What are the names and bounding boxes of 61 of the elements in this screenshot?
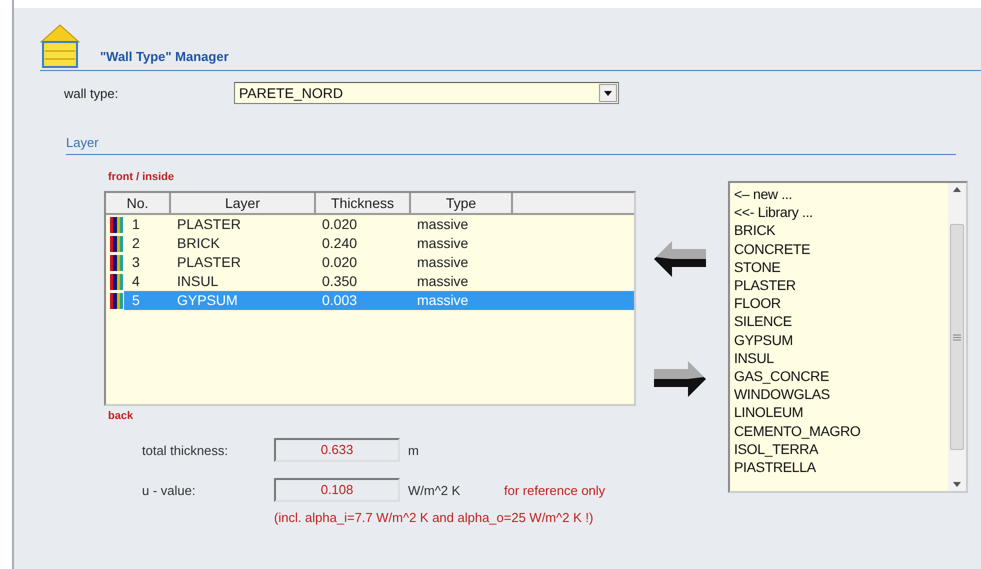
row-number-cell[interactable]: 1 <box>124 215 171 234</box>
unit-label: W/m^2 K <box>408 482 462 498</box>
row-number-cell[interactable]: 3 <box>124 253 171 272</box>
layer-cell[interactable]: PLASTER <box>171 215 316 234</box>
thickness-cell[interactable]: 0.020 <box>316 215 411 234</box>
library-item[interactable]: GAS_CONCRE <box>734 367 948 386</box>
result-field: 0.108 <box>274 478 400 502</box>
grip-icon <box>953 334 961 340</box>
library-item[interactable]: CEMENTO_MAGRO <box>734 422 948 440</box>
library-item[interactable]: BRICK <box>734 221 948 240</box>
layer-cell[interactable]: BRICK <box>171 234 316 253</box>
unit-label: m <box>408 442 420 458</box>
type-cell[interactable]: massive <box>411 272 634 291</box>
library-item[interactable]: STONE <box>734 258 948 276</box>
column-header[interactable]: Thickness <box>316 193 411 213</box>
library-item[interactable]: CONCRETE <box>734 240 948 258</box>
layer-color-icon <box>110 254 124 270</box>
library-item[interactable]: <<- Library ... <box>734 203 948 222</box>
row-number-cell[interactable]: 4 <box>124 272 171 291</box>
type-cell[interactable]: massive <box>411 234 634 253</box>
scroll-up-icon[interactable] <box>953 187 961 192</box>
wall-type-label: wall type: <box>64 86 120 100</box>
back-label: back <box>108 410 134 422</box>
library-item[interactable]: ISOL_TERRA <box>734 440 948 458</box>
library-item[interactable]: FLOOR <box>734 294 948 312</box>
result-field: 0.633 <box>274 438 400 462</box>
thickness-cell[interactable]: 0.350 <box>316 272 411 291</box>
reference-note: for reference only <box>504 482 606 498</box>
result-label: total thickness: <box>142 442 229 458</box>
front-inside-label: front / inside <box>108 171 175 183</box>
library-item[interactable]: INSUL <box>734 348 948 368</box>
column-header[interactable]: No. <box>106 193 171 213</box>
layer-cell[interactable]: INSUL <box>171 272 316 291</box>
layer-cell[interactable]: PLASTER <box>171 253 316 272</box>
thickness-cell[interactable]: 0.020 <box>316 253 411 272</box>
thickness-cell[interactable]: 0.240 <box>316 234 411 253</box>
library-item[interactable]: LINOLEUM <box>734 403 948 422</box>
row-number-cell[interactable]: 2 <box>124 234 171 253</box>
layer-color-icon <box>110 274 124 290</box>
library-item[interactable]: PIASTRELLA <box>734 458 948 476</box>
library-item[interactable]: SILENCE <box>734 312 948 331</box>
type-cell[interactable]: massive <box>411 215 634 234</box>
result-label: u - value: <box>142 482 196 498</box>
footnote: (incl. alpha_i=7.7 W/m^2 K and alpha_o=25 W/m^2 K !) <box>274 510 594 525</box>
scrollbar[interactable] <box>948 183 966 491</box>
library-item[interactable]: <– new ... <box>734 185 948 204</box>
column-header[interactable]: Layer <box>171 193 316 213</box>
dropdown-caret-icon <box>604 90 612 96</box>
library-item[interactable]: GYPSUM <box>734 330 948 349</box>
house-icon <box>40 24 80 68</box>
library-item[interactable]: PLASTER <box>734 276 948 294</box>
scroll-down-icon[interactable] <box>953 482 961 487</box>
layer-color-icon <box>110 236 124 252</box>
window-title: "Wall Type" Manager <box>100 49 229 64</box>
wall-type-dropdown[interactable]: PARETE_NORD <box>234 82 619 104</box>
layer-color-icon <box>110 216 124 232</box>
column-header[interactable]: Type <box>411 193 513 213</box>
layer-color-icon <box>110 292 124 308</box>
type-cell[interactable]: massive <box>411 253 634 272</box>
section-heading: Layer <box>66 135 956 155</box>
library-item[interactable]: WINDOWGLAS <box>734 385 948 404</box>
